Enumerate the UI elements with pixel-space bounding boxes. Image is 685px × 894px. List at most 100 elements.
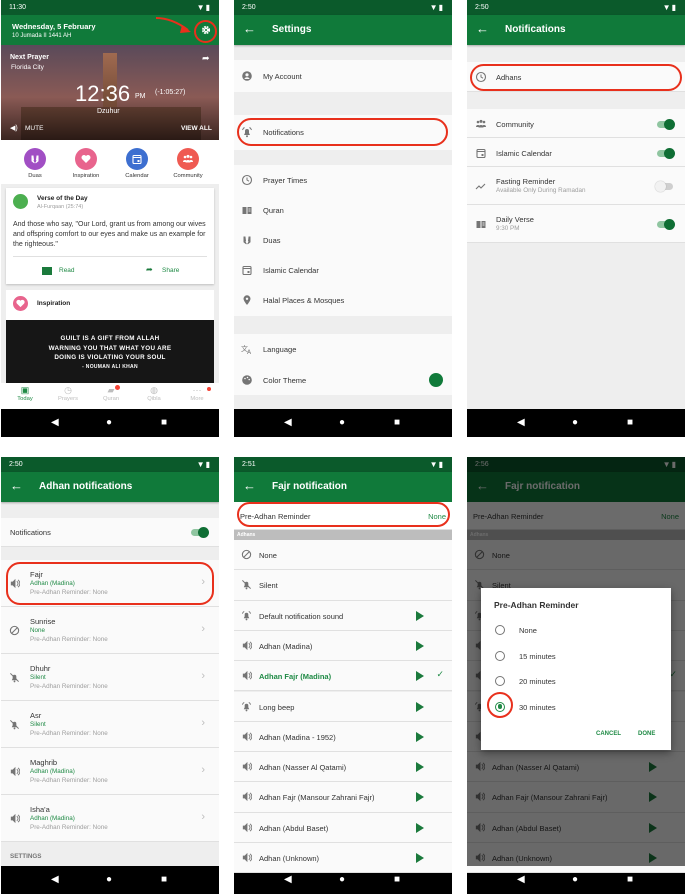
sound-option[interactable]: Adhan (Nasser Al Qatami) — [234, 752, 452, 783]
tab-today[interactable]: ▣ Today — [5, 385, 45, 409]
adhans-row[interactable]: Adhans — [467, 62, 685, 92]
prayer-row-fajr[interactable]: Fajr Adhan (Madina) Pre-Adhan Reminder: No… — [1, 560, 219, 607]
sound-option[interactable]: Adhan (Unknown) — [234, 843, 452, 874]
tab-qibla[interactable]: ◍ Qibla — [134, 385, 174, 409]
settings-item-quran[interactable]: Quran — [234, 197, 452, 223]
sound-option[interactable]: Adhan (Madina - 1952) — [234, 721, 452, 753]
notification-community[interactable]: Community — [467, 109, 685, 138]
home-nav-icon[interactable]: ● — [572, 417, 578, 428]
play-icon[interactable] — [416, 792, 424, 803]
settings-item-halal-places-mosques[interactable]: Halal Places & Mosques — [234, 287, 452, 313]
reminder-option[interactable]: None — [481, 621, 671, 641]
mute-button[interactable]: MUTE — [25, 125, 43, 132]
sound-option[interactable]: Adhan (Abdul Baset) — [234, 812, 452, 843]
color-theme-swatch[interactable] — [429, 373, 443, 387]
play-icon[interactable] — [416, 640, 424, 651]
done-button[interactable]: DONE — [638, 731, 655, 737]
prayer-row-maghrib[interactable]: Maghrib Adhan (Madina) Pre-Adhan Reminder:… — [1, 748, 219, 795]
settings-item-notifications[interactable]: Notifications — [234, 119, 452, 145]
notification-toggle[interactable] — [657, 219, 675, 230]
prayer-row-sunrise[interactable]: Sunrise None Pre-Adhan Reminder: None › — [1, 607, 219, 654]
sound-option[interactable]: Default notification sound — [234, 600, 452, 631]
tab-more[interactable]: ⋯ More — [177, 385, 217, 409]
settings-item-color-theme[interactable]: Color Theme — [234, 367, 452, 393]
home-nav-icon[interactable]: ● — [106, 417, 112, 428]
recents-nav-icon[interactable]: ■ — [394, 874, 400, 885]
notification-fasting-reminder[interactable]: Fasting Reminder Available Only During Ra… — [467, 167, 685, 205]
home-nav-icon[interactable]: ● — [339, 417, 345, 428]
system-nav-bar: ◀ ● ■ — [1, 409, 219, 437]
radio-button[interactable] — [495, 676, 505, 686]
home-nav-icon[interactable]: ● — [572, 874, 578, 885]
play-icon[interactable] — [416, 610, 424, 621]
reminder-option[interactable]: 20 minutes — [481, 672, 671, 692]
settings-item-islamic-calendar[interactable]: Islamic Calendar — [234, 257, 452, 283]
settings-item-prayer-times[interactable]: Prayer Times — [234, 167, 452, 193]
volume-icon[interactable]: ◀) — [10, 124, 18, 132]
chevron-right-icon: › — [201, 717, 205, 729]
play-icon[interactable] — [416, 671, 424, 682]
notification-toggle[interactable] — [657, 118, 675, 130]
radio-button[interactable] — [495, 625, 505, 635]
cancel-button[interactable]: CANCEL — [596, 731, 621, 737]
home-nav-icon[interactable]: ● — [106, 874, 112, 885]
recents-nav-icon[interactable]: ■ — [161, 417, 167, 428]
tab-quran[interactable]: ▰ Quran — [91, 385, 131, 409]
shortcut-calendar[interactable]: Calendar — [123, 146, 151, 184]
prayer-row-dhuhr[interactable]: Dhuhr Silent Pre-Adhan Reminder: None › — [1, 654, 219, 701]
sound-option[interactable]: Silent — [234, 570, 452, 601]
back-arrow-icon[interactable]: ← — [10, 478, 23, 493]
notification-toggle[interactable] — [655, 181, 673, 192]
reminder-option[interactable]: 15 minutes — [481, 647, 671, 667]
notification-toggle[interactable] — [657, 147, 675, 159]
play-icon[interactable] — [416, 853, 424, 863]
notification-islamic-calendar[interactable]: Islamic Calendar — [467, 138, 685, 167]
back-nav-icon[interactable]: ◀ — [284, 417, 292, 428]
view-all-button[interactable]: VIEW ALL — [181, 125, 212, 132]
back-arrow-icon[interactable]: ← — [243, 478, 256, 493]
gear-icon[interactable] — [200, 24, 212, 36]
shortcut-duas[interactable]: Duas — [21, 146, 49, 184]
home-nav-icon[interactable]: ● — [339, 874, 345, 885]
prayer-row-asr[interactable]: Asr Silent Pre-Adhan Reminder: None › — [1, 701, 219, 748]
sound-option[interactable]: Adhan Fajr (Mansour Zahrani Fajr) — [234, 782, 452, 813]
sound-option[interactable]: Adhan (Madina) — [234, 630, 452, 662]
tab-prayers[interactable]: ◷ Prayers — [48, 385, 88, 409]
recents-nav-icon[interactable]: ■ — [627, 874, 633, 885]
share-button[interactable]: Share — [162, 267, 179, 274]
play-icon[interactable] — [416, 731, 424, 742]
settings-item-my-account[interactable]: My Account — [234, 63, 452, 89]
back-nav-icon[interactable]: ◀ — [51, 874, 59, 885]
shortcut-inspiration[interactable]: Inspiration — [72, 146, 100, 184]
date-gregorian: Wednesday, 5 February — [12, 22, 96, 31]
pre-adhan-reminder-row[interactable]: Pre-Adhan Reminder None — [234, 502, 452, 530]
sound-option[interactable]: Adhan Fajr (Madina) ✓ — [234, 661, 452, 692]
play-icon[interactable] — [416, 822, 424, 833]
read-button[interactable]: Read — [59, 267, 75, 274]
recents-nav-icon[interactable]: ■ — [394, 417, 400, 428]
back-nav-icon[interactable]: ◀ — [517, 874, 525, 885]
reminder-option[interactable]: 30 minutes — [481, 698, 671, 718]
share-icon[interactable]: ➦ — [202, 53, 210, 64]
shortcut-community[interactable]: Community — [173, 146, 203, 184]
play-icon[interactable] — [416, 762, 424, 773]
recents-nav-icon[interactable]: ■ — [161, 874, 167, 885]
sound-option[interactable]: Long beep — [234, 691, 452, 722]
settings-item-language[interactable]: 文 A Language — [234, 336, 452, 362]
notifications-master-toggle[interactable] — [191, 527, 209, 538]
prayer-row-ishaa[interactable]: Isha'a Adhan (Madina) Pre-Adhan Reminder: … — [1, 795, 219, 842]
back-nav-icon[interactable]: ◀ — [517, 417, 525, 428]
settings-item-duas[interactable]: Duas — [234, 227, 452, 253]
radio-button[interactable] — [495, 650, 505, 661]
radio-button[interactable] — [495, 701, 505, 712]
back-nav-icon[interactable]: ◀ — [51, 417, 59, 428]
back-arrow-icon[interactable]: ← — [476, 21, 489, 36]
notification-daily-verse[interactable]: Daily Verse 9:30 PM — [467, 205, 685, 243]
back-arrow-icon[interactable]: ← — [243, 21, 256, 36]
prayer-time: 12:36 — [75, 81, 131, 106]
back-nav-icon[interactable]: ◀ — [284, 874, 292, 885]
inspiration-image[interactable]: GUILT IS A GIFT FROM ALLAH WARNING YOU TH… — [6, 320, 214, 383]
recents-nav-icon[interactable]: ■ — [627, 417, 633, 428]
play-icon[interactable] — [416, 701, 424, 712]
sound-option[interactable]: None — [234, 540, 452, 571]
